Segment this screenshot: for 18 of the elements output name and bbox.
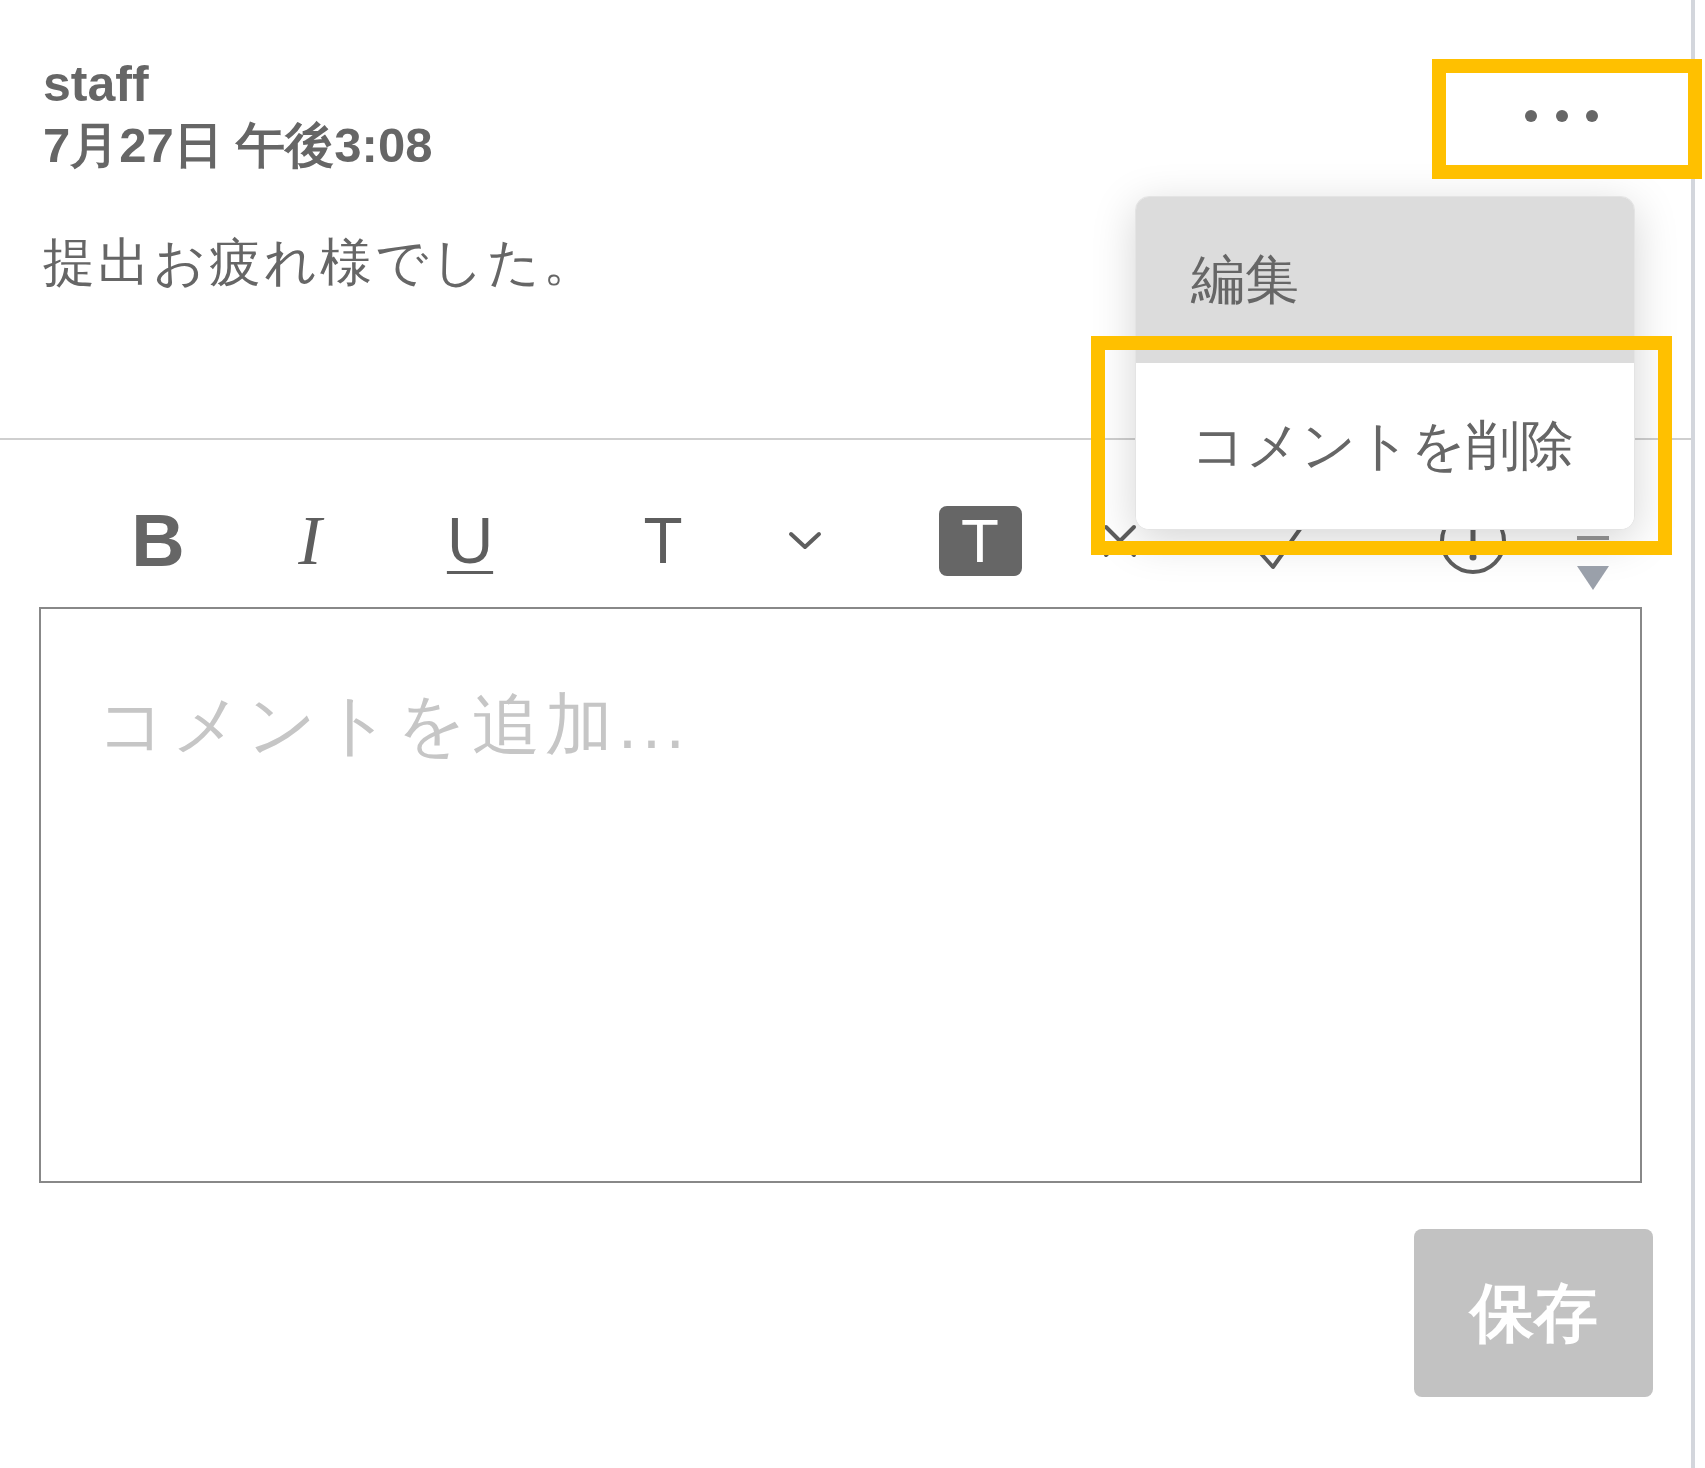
menu-item[interactable]: コメントを削除	[1136, 363, 1634, 529]
comment-input[interactable]: コメントを追加...	[39, 607, 1642, 1183]
dropdown-button[interactable]	[788, 531, 822, 551]
text-highlight-button[interactable]: T	[938, 506, 1022, 576]
toolbar-button[interactable]	[1103, 524, 1137, 558]
font-button[interactable]: T	[639, 509, 687, 573]
more-icon	[1525, 110, 1598, 122]
comment-text: 提出お疲れ様でした。	[43, 232, 598, 293]
comment-timestamp: 7月27日 午後3:08	[43, 117, 433, 174]
cross-icon	[1103, 524, 1137, 558]
menu-item[interactable]: 編集	[1136, 197, 1634, 363]
author-name: staff	[43, 55, 149, 114]
toolbar-button[interactable]	[1576, 535, 1610, 591]
underline-button[interactable]: U	[442, 509, 498, 573]
italic-button[interactable]: I	[294, 506, 326, 576]
chevron-down-icon	[788, 531, 822, 551]
bold-button[interactable]: B	[127, 504, 189, 578]
caret-down-icon	[1576, 535, 1610, 591]
